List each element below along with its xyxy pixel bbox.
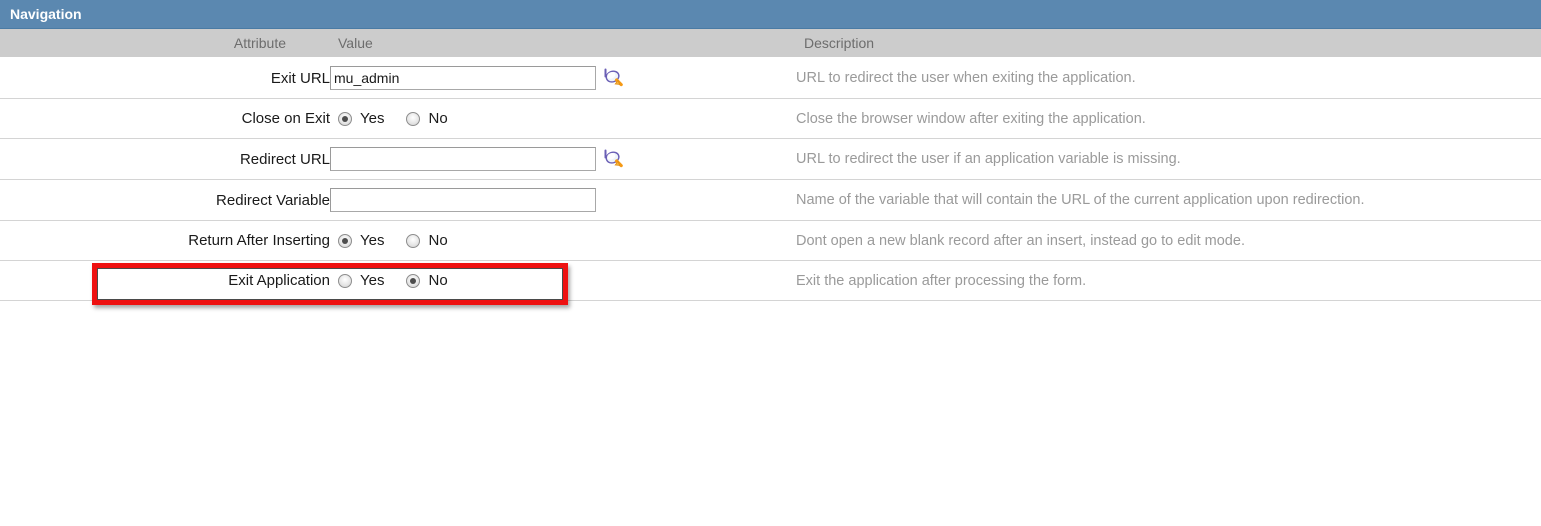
- radio-label-yes: Yes: [360, 272, 385, 289]
- lookup-magnifier-icon[interactable]: [602, 67, 624, 89]
- value-field-wrapper: [330, 188, 796, 212]
- return-after-inserting-radio-no[interactable]: No: [406, 232, 448, 249]
- value-field-wrapper: [330, 66, 796, 90]
- navigation-settings-page: Navigation Attribute Value Description E…: [0, 0, 1541, 305]
- radio-button-no[interactable]: [406, 233, 421, 248]
- attribute-label-redirect-url: Redirect URL: [0, 138, 330, 180]
- attribute-label-return-after-inserting: Return After Inserting: [0, 220, 330, 261]
- close-on-exit-radio-group: Yes No: [330, 110, 796, 127]
- radio-label-no: No: [428, 232, 448, 249]
- exit-application-radio-yes[interactable]: Yes: [338, 272, 384, 289]
- attributes-table: Attribute Value Description Exit URL URL …: [0, 29, 1541, 301]
- radio-button-no[interactable]: [406, 111, 421, 126]
- close-on-exit-radio-yes[interactable]: Yes: [338, 110, 384, 127]
- radio-label-yes: Yes: [360, 110, 385, 127]
- table-row: Redirect URL URL to redirect the user if …: [0, 138, 1541, 180]
- table-row: Exit Application Yes No Exit the applicatio…: [0, 260, 1541, 301]
- radio-button-yes[interactable]: [338, 111, 352, 126]
- description-redirect-variable: Name of the variable that will contain t…: [796, 179, 1541, 221]
- radio-button-no[interactable]: [406, 273, 421, 288]
- radio-button-yes[interactable]: [338, 273, 352, 288]
- attribute-label-redirect-variable: Redirect Variable: [0, 179, 330, 221]
- return-after-inserting-radio-yes[interactable]: Yes: [338, 232, 384, 249]
- radio-label-no: No: [428, 110, 448, 127]
- description-return-after-inserting: Dont open a new blank record after an in…: [796, 220, 1541, 261]
- table-header-row: Attribute Value Description: [0, 29, 1541, 58]
- table-row: Exit URL URL to redirect the user when ex…: [0, 57, 1541, 99]
- value-cell-close-on-exit: Yes No: [330, 98, 796, 139]
- value-cell-redirect-variable: [330, 179, 796, 221]
- value-field-wrapper: [330, 147, 796, 171]
- radio-button-yes[interactable]: [338, 233, 352, 248]
- exit-application-radio-group: Yes No: [330, 272, 796, 289]
- table-header: Attribute Value Description: [0, 29, 1541, 58]
- attribute-label-exit-application: Exit Application: [0, 260, 330, 301]
- column-header-value: Value: [330, 29, 796, 58]
- redirect-variable-input[interactable]: [330, 188, 596, 212]
- description-close-on-exit: Close the browser window after exiting t…: [796, 98, 1541, 139]
- lookup-magnifier-icon[interactable]: [602, 148, 624, 170]
- panel-title: Navigation: [10, 6, 82, 22]
- attribute-label-exit-url: Exit URL: [0, 57, 330, 99]
- exit-url-input[interactable]: [330, 66, 596, 90]
- description-exit-application: Exit the application after processing th…: [796, 260, 1541, 301]
- description-redirect-url: URL to redirect the user if an applicati…: [796, 138, 1541, 180]
- close-on-exit-radio-no[interactable]: No: [406, 110, 448, 127]
- table-row: Return After Inserting Yes No Dont open a n…: [0, 220, 1541, 261]
- redirect-url-input[interactable]: [330, 147, 596, 171]
- exit-application-radio-no[interactable]: No: [406, 272, 448, 289]
- column-header-description: Description: [796, 29, 1541, 58]
- column-header-attribute: Attribute: [0, 29, 330, 58]
- value-cell-redirect-url: [330, 138, 796, 180]
- radio-label-no: No: [428, 272, 448, 289]
- panel-header: Navigation: [0, 0, 1541, 29]
- table-body: Exit URL URL to redirect the user when ex…: [0, 57, 1541, 301]
- return-after-inserting-radio-group: Yes No: [330, 232, 796, 249]
- table-row: Close on Exit Yes No Close the browser wind…: [0, 98, 1541, 139]
- attribute-label-close-on-exit: Close on Exit: [0, 98, 330, 139]
- description-exit-url: URL to redirect the user when exiting th…: [796, 57, 1541, 99]
- value-cell-exit-url: [330, 57, 796, 99]
- value-cell-return-after-inserting: Yes No: [330, 220, 796, 261]
- radio-label-yes: Yes: [360, 232, 385, 249]
- table-row: Redirect Variable Name of the variable th…: [0, 179, 1541, 221]
- value-cell-exit-application: Yes No: [330, 260, 796, 301]
